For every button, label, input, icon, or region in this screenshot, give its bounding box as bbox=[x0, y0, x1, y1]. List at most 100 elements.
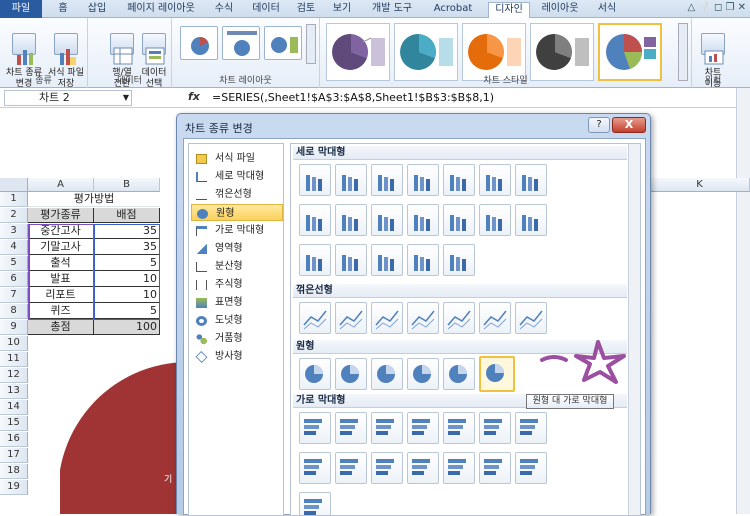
subtype-thumb[interactable] bbox=[371, 412, 403, 444]
chevron-down-icon[interactable]: ▼ bbox=[123, 91, 129, 105]
subtype-exploded-pie[interactable] bbox=[407, 358, 439, 390]
subtype-thumb[interactable] bbox=[299, 452, 331, 484]
window-controls[interactable]: △ ❔ ◻ ❐ ✕ bbox=[687, 2, 746, 13]
subtype-thumb[interactable] bbox=[407, 204, 439, 236]
subtype-thumb[interactable] bbox=[479, 204, 511, 236]
subtype-thumb[interactable] bbox=[443, 204, 475, 236]
layout-thumb-1[interactable] bbox=[180, 26, 218, 60]
subtype-thumb[interactable] bbox=[479, 302, 511, 334]
name-box[interactable]: 차트 2 ▼ bbox=[4, 90, 132, 106]
subtype-thumb[interactable] bbox=[515, 164, 547, 196]
subtype-thumb[interactable] bbox=[407, 452, 439, 484]
row-header[interactable]: 5 bbox=[0, 256, 28, 271]
subtype-thumb[interactable] bbox=[299, 244, 331, 276]
chart-type-surface[interactable]: 표면형 bbox=[191, 294, 283, 311]
row-header[interactable]: 3 bbox=[0, 224, 28, 239]
subtype-thumb[interactable] bbox=[479, 164, 511, 196]
chart-type-line[interactable]: 꺾은선형 bbox=[191, 186, 283, 203]
subtype-thumb[interactable] bbox=[515, 302, 547, 334]
subtype-thumb[interactable] bbox=[371, 164, 403, 196]
subtype-thumb[interactable] bbox=[443, 452, 475, 484]
row-header[interactable]: 18 bbox=[0, 464, 28, 479]
gallery-scrollbar[interactable] bbox=[628, 144, 640, 515]
subtype-thumb[interactable] bbox=[335, 244, 367, 276]
row-header[interactable]: 8 bbox=[0, 304, 28, 319]
row-header[interactable]: 17 bbox=[0, 448, 28, 463]
row-header[interactable]: 7 bbox=[0, 288, 28, 303]
row-header[interactable]: 11 bbox=[0, 352, 28, 367]
formula-input[interactable]: =SERIES(,Sheet1!$A$3:$A$8,Sheet1!$B$3:$B… bbox=[212, 91, 494, 104]
subtype-thumb[interactable] bbox=[299, 302, 331, 334]
row-header[interactable]: 13 bbox=[0, 384, 28, 399]
subtype-pie-of-pie[interactable] bbox=[371, 358, 403, 390]
row-header[interactable]: 1 bbox=[0, 192, 28, 207]
tab-view[interactable]: 보기 bbox=[328, 2, 356, 18]
chart-type-pie-selected[interactable]: 원형 bbox=[191, 204, 283, 221]
tab-layout[interactable]: 레이아웃 bbox=[536, 2, 584, 18]
subtype-thumb[interactable] bbox=[407, 164, 439, 196]
column-header-a[interactable]: A bbox=[28, 178, 94, 192]
tab-format[interactable]: 서식 bbox=[592, 2, 622, 18]
tab-insert[interactable]: 삽입 bbox=[84, 2, 110, 18]
cell-header-score[interactable]: 배점 bbox=[94, 208, 160, 223]
subtype-thumb[interactable] bbox=[515, 204, 547, 236]
layout-gallery-scroll[interactable] bbox=[306, 24, 316, 64]
subtype-thumb[interactable] bbox=[479, 452, 511, 484]
subtype-thumb[interactable] bbox=[443, 164, 475, 196]
tab-review[interactable]: 검토 bbox=[292, 2, 320, 18]
help-button[interactable]: ? bbox=[588, 117, 610, 133]
row-header[interactable]: 14 bbox=[0, 400, 28, 415]
chart-type-doughnut[interactable]: 도넛형 bbox=[191, 312, 283, 329]
column-header-b[interactable]: B bbox=[94, 178, 160, 192]
vertical-scrollbar[interactable] bbox=[736, 88, 750, 514]
subtype-3d-exploded-pie[interactable] bbox=[443, 358, 475, 390]
subtype-thumb[interactable] bbox=[299, 412, 331, 444]
row-header[interactable]: 4 bbox=[0, 240, 28, 255]
chart-type-bar[interactable]: 가로 막대형 bbox=[191, 222, 283, 239]
tab-formulas[interactable]: 수식 bbox=[210, 2, 238, 18]
embedded-pie-chart[interactable] bbox=[60, 362, 190, 514]
row-header[interactable]: 10 bbox=[0, 336, 28, 351]
subtype-thumb[interactable] bbox=[299, 164, 331, 196]
subtype-thumb[interactable] bbox=[335, 302, 367, 334]
row-header[interactable]: 12 bbox=[0, 368, 28, 383]
subtype-thumb[interactable] bbox=[407, 302, 439, 334]
subtype-bar-of-pie-selected[interactable] bbox=[479, 356, 515, 392]
subtype-thumb[interactable] bbox=[335, 164, 367, 196]
select-all-corner[interactable] bbox=[0, 178, 28, 192]
chart-type-radar[interactable]: 방사형 bbox=[191, 348, 283, 365]
tab-data[interactable]: 데이터 bbox=[248, 2, 284, 18]
subtype-3d-pie[interactable] bbox=[335, 358, 367, 390]
subtype-thumb[interactable] bbox=[335, 412, 367, 444]
row-header[interactable]: 6 bbox=[0, 272, 28, 287]
subtype-thumb[interactable] bbox=[371, 302, 403, 334]
layout-thumb-3[interactable] bbox=[264, 26, 302, 60]
subtype-thumb[interactable] bbox=[371, 204, 403, 236]
tab-file[interactable]: 파일 bbox=[0, 0, 42, 18]
subtype-thumb[interactable] bbox=[515, 412, 547, 444]
layout-thumb-2[interactable] bbox=[222, 26, 260, 60]
tab-page-layout[interactable]: 페이지 레이아웃 bbox=[120, 2, 202, 18]
chart-type-stock[interactable]: 주식형 bbox=[191, 276, 283, 293]
cell-total-label[interactable]: 총점 bbox=[28, 320, 94, 335]
cell-total-value[interactable]: 100 bbox=[94, 320, 160, 335]
chart-type-bubble[interactable]: 거품형 bbox=[191, 330, 283, 347]
subtype-thumb[interactable] bbox=[299, 492, 331, 515]
subtype-thumb[interactable] bbox=[407, 244, 439, 276]
subtype-pie[interactable] bbox=[299, 358, 331, 390]
tab-design[interactable]: 디자인 bbox=[488, 2, 530, 18]
chart-type-scatter[interactable]: 분산형 bbox=[191, 258, 283, 275]
row-header[interactable]: 16 bbox=[0, 432, 28, 447]
cell-title[interactable]: 평가방법 bbox=[28, 192, 160, 207]
subtype-thumb[interactable] bbox=[335, 204, 367, 236]
subtype-thumb[interactable] bbox=[443, 302, 475, 334]
chart-type-template[interactable]: 서식 파일 bbox=[191, 150, 283, 167]
tab-home[interactable]: 홈 bbox=[52, 2, 74, 18]
row-header[interactable]: 15 bbox=[0, 416, 28, 431]
fx-icon[interactable]: fx bbox=[188, 90, 200, 103]
chart-type-column[interactable]: 세로 막대형 bbox=[191, 168, 283, 185]
subtype-thumb[interactable] bbox=[335, 452, 367, 484]
tab-acrobat[interactable]: Acrobat bbox=[428, 2, 478, 18]
cell-header-type[interactable]: 평가종류 bbox=[28, 208, 94, 223]
row-header[interactable]: 9 bbox=[0, 320, 28, 335]
